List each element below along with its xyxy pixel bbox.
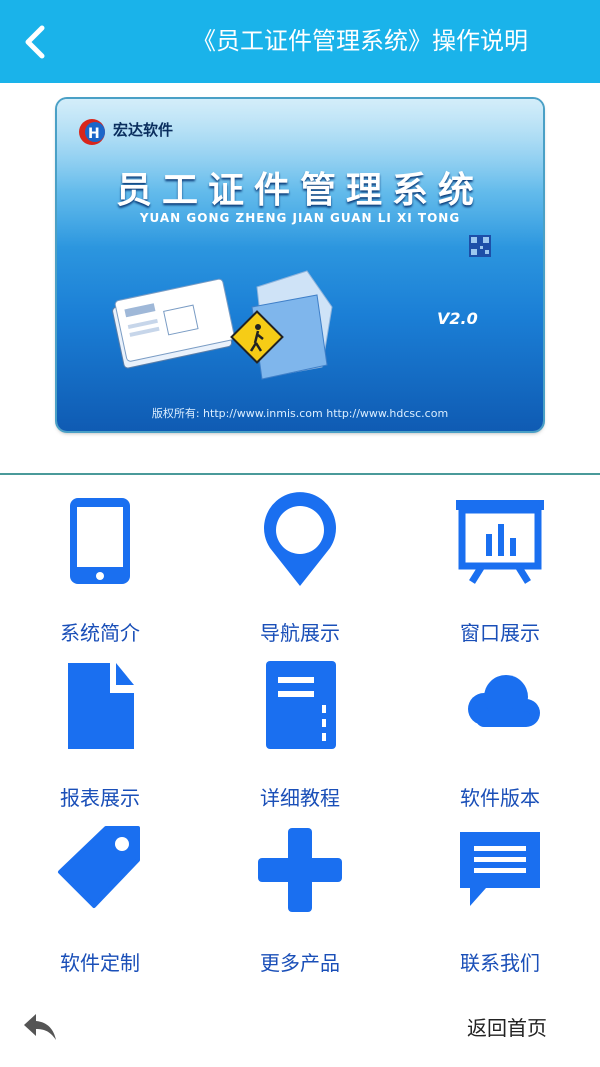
message-icon [460,832,540,906]
map-pin-icon [264,492,336,586]
product-banner-image: H 宏达软件 员工证件管理系统 YUAN GONG ZHENG JIAN GUA… [57,99,543,431]
tag-icon [58,826,140,908]
banner-version: V2.0 [437,309,478,328]
banner-illustration [112,270,333,380]
company-logo-icon: H [79,119,105,145]
menu-item-tutorial[interactable]: 详细教程 [200,645,400,810]
menu-item-label: 更多产品 [260,951,340,975]
menu-item-report-display[interactable]: 报表展示 [0,645,200,810]
qr-code-icon [469,235,491,257]
banner-company-name: 宏达软件 [113,121,174,139]
page-title: 《员工证件管理系统》操作说明 [192,27,528,55]
menu-item-label: 软件定制 [60,951,140,975]
menu-item-label: 窗口展示 [460,621,540,645]
menu-grid: 系统简介 导航展示 窗口展示 报表展示 详细教程 软件版本 软件定制 更多产品 … [0,480,600,975]
menu-item-navigation[interactable]: 导航展示 [200,480,400,645]
presentation-chart-icon [456,500,544,584]
document-icon [68,663,134,749]
smartphone-icon [70,498,130,584]
reply-back-button[interactable] [22,1010,58,1044]
cloud-icon [468,675,540,727]
banner-copyright: 版权所有: http://www.inmis.com http://www.hd… [151,407,449,420]
menu-item-customization[interactable]: 软件定制 [0,810,200,975]
banner-main-title: 员工证件管理系统 [115,169,484,211]
svg-text:H: H [88,126,100,142]
menu-item-contact-us[interactable]: 联系我们 [400,810,600,975]
menu-item-window-display[interactable]: 窗口展示 [400,480,600,645]
menu-item-label: 系统简介 [60,621,140,645]
menu-item-system-intro[interactable]: 系统简介 [0,480,200,645]
menu-item-label: 详细教程 [260,786,340,810]
notebook-icon [266,661,336,749]
return-home-link[interactable]: 返回首页 [467,1012,547,1041]
reply-arrow-icon [24,1014,56,1040]
menu-item-software-version[interactable]: 软件版本 [400,645,600,810]
plus-icon [258,828,342,912]
divider [0,473,600,475]
header-bar: 《员工证件管理系统》操作说明 [0,0,600,83]
menu-item-label: 软件版本 [460,786,540,810]
banner-pinyin: YUAN GONG ZHENG JIAN GUAN LI XI TONG [139,211,461,225]
menu-item-more-products[interactable]: 更多产品 [200,810,400,975]
menu-item-label: 联系我们 [460,951,540,975]
menu-item-label: 导航展示 [260,621,340,645]
menu-item-label: 报表展示 [60,786,140,810]
